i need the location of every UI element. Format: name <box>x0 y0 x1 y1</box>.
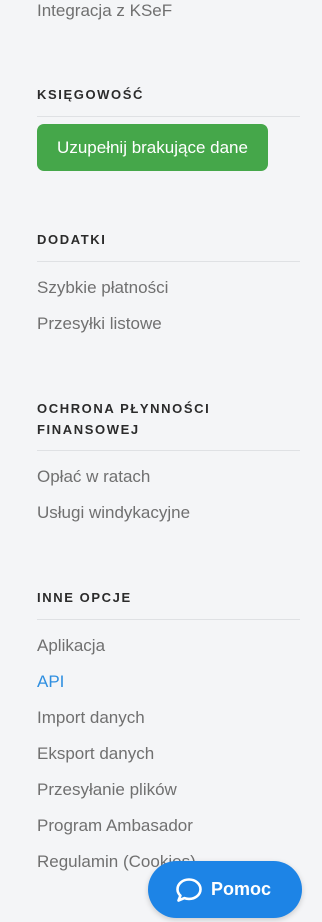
menu-item-szybkie-platnosci[interactable]: Szybkie płatności <box>37 277 168 299</box>
section-divider <box>37 450 300 451</box>
chat-bubble-icon <box>175 877 203 903</box>
menu-item-uslugi-windykacyjne[interactable]: Usługi windykacyjne <box>37 502 190 524</box>
menu-item-program-ambasador[interactable]: Program Ambasador <box>37 815 193 837</box>
help-button[interactable]: Pomoc <box>148 861 302 918</box>
menu-item-przesylanie-plikow[interactable]: Przesyłanie plików <box>37 779 177 801</box>
section-heading-ochrona-line2: FINANSOWEJ <box>37 422 140 437</box>
menu-item-aplikacja[interactable]: Aplikacja <box>37 635 105 657</box>
section-heading-inne-opcje: INNE OPCJE <box>37 590 132 605</box>
menu-item-api[interactable]: API <box>37 671 64 693</box>
menu-item-oplac-w-ratach[interactable]: Opłać w ratach <box>37 466 150 488</box>
menu-item-integracja-ksef[interactable]: Integracja z KSeF <box>37 0 172 22</box>
help-button-label: Pomoc <box>211 879 272 899</box>
section-divider <box>37 619 300 620</box>
section-heading-ksiegowosc: KSIĘGOWOŚĆ <box>37 87 145 102</box>
menu-item-przesylki-listowe[interactable]: Przesyłki listowe <box>37 313 162 335</box>
section-divider <box>37 261 300 262</box>
section-heading-dodatki: DODATKI <box>37 232 107 247</box>
menu-item-import-danych[interactable]: Import danych <box>37 707 145 729</box>
section-divider <box>37 116 300 117</box>
section-heading-ochrona-line1: OCHRONA PŁYNNOŚCI <box>37 401 211 416</box>
fill-missing-data-button[interactable]: Uzupełnij brakujące dane <box>37 124 268 171</box>
menu-item-eksport-danych[interactable]: Eksport danych <box>37 743 154 765</box>
